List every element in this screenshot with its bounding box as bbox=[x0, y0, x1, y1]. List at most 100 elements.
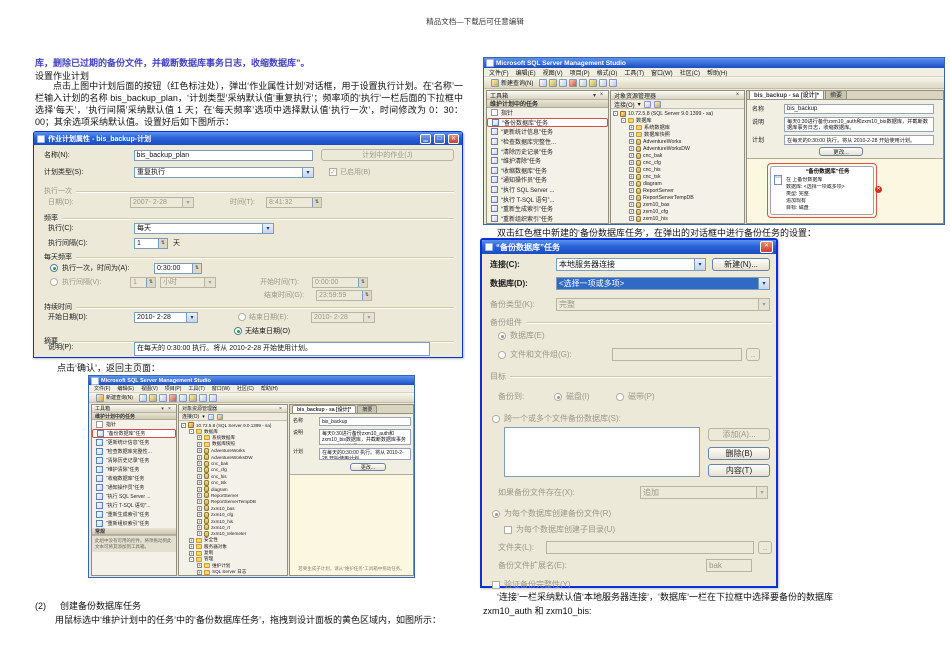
plan-name-value[interactable]: bis_backup bbox=[784, 104, 934, 114]
tree-expand-icon[interactable]: + bbox=[197, 563, 202, 569]
tree-expand-icon[interactable]: + bbox=[197, 524, 202, 530]
tree-item[interactable]: + diagram bbox=[613, 180, 744, 187]
close-icon[interactable]: × bbox=[166, 406, 173, 412]
tree-expand-icon[interactable]: + bbox=[629, 202, 634, 207]
backup-type-combo[interactable]: 完整 bbox=[556, 298, 770, 311]
tree-item[interactable]: + cnc_tsk bbox=[613, 173, 744, 180]
start-date-combo[interactable]: 2010- 2-28 bbox=[134, 311, 198, 323]
tree-expand-icon[interactable]: + bbox=[629, 223, 634, 224]
folder-browse-button[interactable]: .. bbox=[758, 541, 772, 554]
menu-item[interactable]: 文件(F) bbox=[94, 385, 110, 392]
tree-expand-icon[interactable]: + bbox=[197, 473, 202, 479]
object-explorer-header[interactable]: 对象资源管理器 × bbox=[179, 405, 287, 413]
save-icon[interactable] bbox=[549, 78, 558, 87]
tab-designer[interactable]: bis_backup - sa [设计]* bbox=[292, 405, 357, 413]
tree-item[interactable]: + AdventureWorks bbox=[613, 138, 744, 145]
component-files-radio[interactable] bbox=[498, 350, 506, 359]
print-icon[interactable] bbox=[158, 393, 167, 402]
pin-icon[interactable]: ▾ bbox=[159, 406, 166, 412]
tree-expand-icon[interactable]: + bbox=[197, 505, 202, 511]
disk-radio[interactable] bbox=[554, 392, 562, 401]
toolbox-item[interactable]: “清除历史记录”任务 bbox=[92, 456, 176, 465]
tab-summary[interactable]: 摘要 bbox=[357, 405, 378, 413]
toolbox-group-general[interactable]: 常规 bbox=[92, 528, 176, 535]
backup-task-box[interactable]: “备份数据库”任务 在 上备份数据库 数据库: <选择一项或多项> 类型: 完整… bbox=[770, 166, 882, 215]
menu-item[interactable]: 帮助(H) bbox=[707, 68, 727, 77]
filter-icon[interactable] bbox=[216, 413, 223, 420]
toolbox-item[interactable]: “清除历史记录”任务 bbox=[487, 146, 608, 156]
undo-icon[interactable] bbox=[599, 78, 608, 87]
files-browse-button[interactable]: .. bbox=[746, 348, 760, 361]
toolbox-item[interactable]: “重新生成索引”任务 bbox=[487, 204, 608, 214]
menu-item[interactable]: 社区(C) bbox=[680, 68, 700, 77]
tree-expand-icon[interactable]: + bbox=[197, 531, 202, 537]
toolbox-item[interactable]: “维护清除”任务 bbox=[92, 465, 176, 474]
occurs-every-radio[interactable] bbox=[50, 278, 58, 286]
tree-expand-icon[interactable]: + bbox=[197, 461, 202, 467]
toolbox-item[interactable]: “通知操作员”任务 bbox=[92, 483, 176, 492]
tree-item[interactable]: + cnc_bak bbox=[613, 152, 744, 159]
tree-item[interactable]: + zxm10_bas bbox=[613, 201, 744, 208]
tree-item[interactable]: + ReportServer bbox=[613, 187, 744, 194]
tree-item[interactable]: + zxm10_his bbox=[613, 215, 744, 222]
menu-item[interactable]: 项目(P) bbox=[570, 68, 590, 77]
close-icon[interactable]: × bbox=[734, 92, 741, 98]
refresh-icon[interactable] bbox=[643, 100, 651, 108]
occurs-combo[interactable]: 每天 bbox=[134, 222, 274, 234]
tree-expand-icon[interactable]: + bbox=[629, 153, 634, 158]
toolbox-item[interactable]: “执行 SQL Server ... bbox=[92, 492, 176, 501]
tree-expand-icon[interactable]: + bbox=[629, 174, 634, 179]
open-icon[interactable] bbox=[539, 78, 548, 87]
plan-name-value[interactable]: bis_backup bbox=[319, 417, 411, 426]
across-files-radio[interactable] bbox=[492, 414, 500, 423]
toolbox-item[interactable]: “检查数据库完整性... bbox=[487, 137, 608, 147]
filter-icon[interactable] bbox=[653, 100, 661, 108]
verify-checkbox[interactable] bbox=[492, 580, 500, 589]
tree-expand-icon[interactable]: + bbox=[629, 216, 634, 221]
tree-expand-icon[interactable]: - bbox=[189, 556, 194, 562]
plan-desc-value[interactable]: 每天0:30进行备份zxm10_auth和zxm10_bis数据库，并截断数据库… bbox=[319, 429, 411, 445]
minimize-button[interactable]: ▁ bbox=[420, 133, 431, 144]
contents-button[interactable]: 内容(T) bbox=[708, 464, 770, 477]
toolbox-item[interactable]: “维护清除”任务 bbox=[487, 156, 608, 166]
undo-icon[interactable] bbox=[198, 393, 207, 402]
menu-item[interactable]: 窗口(W) bbox=[651, 68, 673, 77]
menu-item[interactable]: 视图(V) bbox=[543, 68, 563, 77]
tree-expand-icon[interactable]: + bbox=[197, 486, 202, 492]
extension-input[interactable]: bak bbox=[706, 559, 752, 572]
tree-expand-icon[interactable]: + bbox=[629, 146, 634, 151]
schedule-type-combo[interactable]: 重复执行 bbox=[134, 166, 314, 178]
toolbox-pointer-item[interactable]: 指针 bbox=[92, 420, 176, 429]
once-date-combo[interactable]: 2007- 2-28 bbox=[130, 196, 194, 208]
menu-item[interactable]: 视图(V) bbox=[141, 385, 158, 392]
plan-desc-value[interactable]: 每天0:30进行备份zxm10_auth和zxm10_bis数据库，并截断数据库… bbox=[784, 117, 934, 132]
paste-icon[interactable] bbox=[188, 393, 197, 402]
tree-item[interactable]: + SQL Server 日志 bbox=[181, 569, 287, 575]
tree-expand-icon[interactable]: + bbox=[197, 480, 202, 486]
toolbox-item[interactable]: “重新组织索引”任务 bbox=[487, 214, 608, 223]
toolbox-item[interactable]: “更新统计信息”任务 bbox=[487, 127, 608, 137]
menu-item[interactable]: 工具(T) bbox=[188, 385, 204, 392]
tree-expand-icon[interactable]: + bbox=[189, 550, 194, 556]
dialog-titlebar[interactable]: “备份数据库”任务 ✕ bbox=[482, 240, 776, 254]
toolbox-group-maintenance[interactable]: 维护计划中的任务 bbox=[487, 100, 608, 108]
tree-expand-icon[interactable]: + bbox=[629, 181, 634, 186]
toolbox-pointer-item[interactable]: 指针 bbox=[487, 108, 608, 118]
no-end-date-radio[interactable] bbox=[234, 327, 242, 335]
tree-expand-icon[interactable]: + bbox=[629, 188, 634, 193]
tape-radio[interactable] bbox=[616, 392, 624, 401]
occurs-every-spinner[interactable]: 1 bbox=[130, 276, 156, 288]
tree-item[interactable]: + cnc_cfg bbox=[613, 159, 744, 166]
copy-icon[interactable] bbox=[579, 78, 588, 87]
dialog-titlebar[interactable]: 作业计划属性 - bis_backup-计划 ▁ □ ✕ bbox=[34, 132, 462, 145]
tree-expand-icon[interactable]: + bbox=[197, 569, 202, 575]
change-schedule-button[interactable]: 更改... bbox=[819, 147, 863, 156]
design-surface[interactable]: “备份数据库”任务 在 上备份数据库 数据库: <选择一项或多项> 类型: 完整… bbox=[747, 158, 943, 223]
change-schedule-button[interactable]: 更改... bbox=[350, 463, 386, 471]
subdir-checkbox[interactable] bbox=[504, 525, 512, 534]
tree-item[interactable]: + zxm10_cfg bbox=[613, 208, 744, 215]
tree-item[interactable]: + 数据库快照 bbox=[613, 131, 744, 138]
tree-expand-icon[interactable]: + bbox=[197, 448, 202, 454]
toolbox-item[interactable]: “收缩数据库”任务 bbox=[92, 474, 176, 483]
close-icon[interactable]: × bbox=[277, 406, 284, 412]
